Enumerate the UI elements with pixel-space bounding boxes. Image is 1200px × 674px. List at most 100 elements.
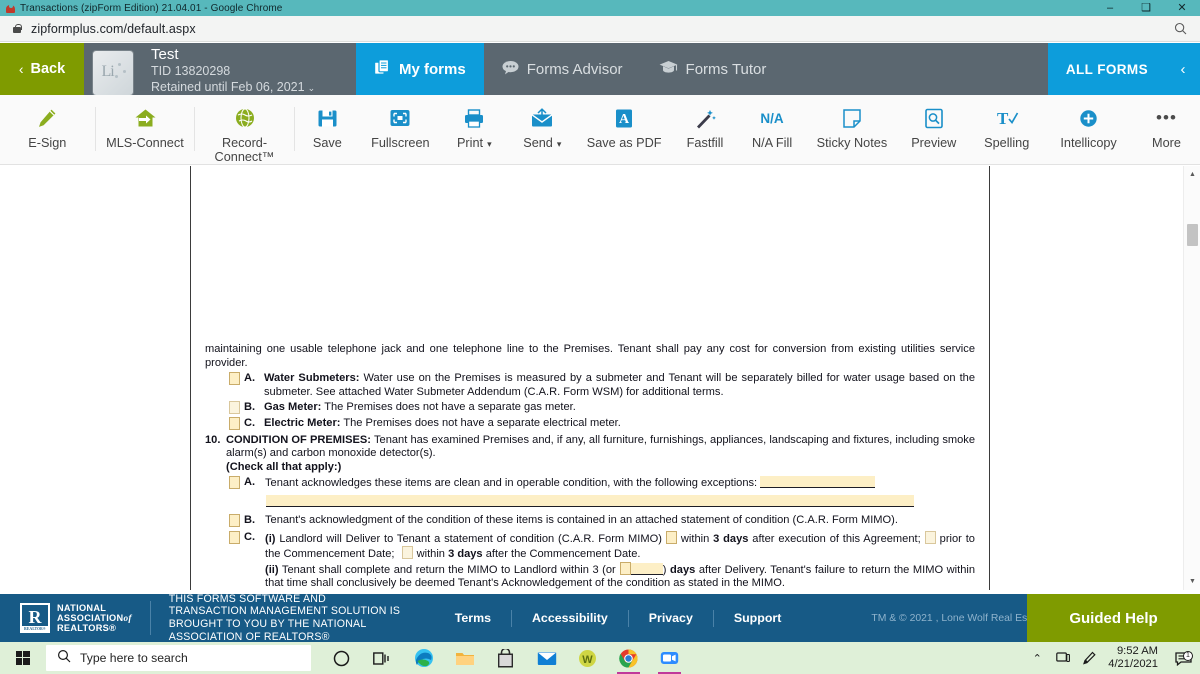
toolbar-sticky-notes-label: Sticky Notes — [816, 136, 888, 150]
transaction-retained[interactable]: Retained until Feb 06, 2021 ⌄ — [151, 79, 356, 96]
document-thumbnail[interactable]: Li — [84, 43, 141, 95]
maximize-icon[interactable]: ❑ — [1128, 0, 1164, 16]
toolbar-spelling-button[interactable]: T Spelling — [969, 95, 1044, 165]
form-document-viewport[interactable]: maintaining one usable telephone jack an… — [0, 166, 1200, 590]
spellcheck-icon: T — [995, 105, 1019, 131]
windows-taskbar: Type here to search W ⌃ 9:52 AM 4/21/202… — [0, 642, 1200, 674]
windows-logo-icon — [15, 650, 31, 666]
mimo-days-field[interactable] — [630, 562, 663, 575]
toolbar-sticky-notes-button[interactable]: Sticky Notes — [806, 95, 899, 165]
checkbox-item-10a[interactable]: A. Tenant acknowledges these items are c… — [205, 476, 975, 491]
checkbox-item-10b[interactable]: B. Tenant's acknowledgment of the condit… — [205, 513, 975, 528]
scroll-up-arrow-icon[interactable]: ▲ — [1184, 166, 1200, 183]
toolbar-na-fill-button[interactable]: N/A N/A Fill — [739, 95, 806, 165]
toolbar-send-button[interactable]: Send ▾ — [508, 95, 577, 165]
toolbar-fastfill-button[interactable]: Fastfill — [671, 95, 738, 165]
mail-icon[interactable] — [526, 642, 567, 674]
tab-forms-tutor[interactable]: Forms Tutor — [641, 43, 785, 95]
item-text: Tenant's acknowledgment of the condition… — [265, 513, 898, 526]
minimize-icon[interactable]: – — [1092, 0, 1128, 16]
google-chrome-icon[interactable] — [608, 642, 649, 674]
form-page-2: maintaining one usable telephone jack an… — [190, 166, 990, 590]
checkbox-10b[interactable] — [229, 513, 240, 527]
toolbar-save-as-pdf-button[interactable]: A Save as PDF — [577, 95, 672, 165]
toolbar-mls-connect-label: MLS-Connect — [106, 136, 184, 150]
item-text: Water Submeters: Water use on the Premis… — [264, 372, 975, 398]
chevron-up-icon[interactable]: ⌃ — [1024, 652, 1050, 665]
svg-text:W: W — [582, 654, 593, 666]
checkbox-electric-meter[interactable] — [229, 416, 240, 430]
footer-link-accessibility[interactable]: Accessibility — [512, 611, 628, 625]
chevron-left-icon: ‹ — [18, 61, 24, 77]
scroll-down-arrow-icon[interactable]: ▼ — [1184, 573, 1200, 590]
footer-link-terms[interactable]: Terms — [435, 611, 511, 625]
chat-bubble-icon — [502, 60, 519, 79]
microsoft-store-icon[interactable] — [485, 642, 526, 674]
envelope-send-icon — [530, 105, 554, 131]
toolbar-more-button[interactable]: ••• More — [1133, 95, 1200, 165]
toolbar-fullscreen-label: Fullscreen — [371, 136, 430, 150]
footer-link-support[interactable]: Support — [714, 611, 802, 625]
chevron-down-icon: ▾ — [556, 139, 562, 149]
search-icon[interactable] — [1174, 22, 1187, 35]
checkbox-10c-option1[interactable] — [665, 530, 677, 544]
taskbar-time: 9:52 AM — [1116, 645, 1158, 657]
toolbar-save-button[interactable]: Save — [295, 95, 360, 165]
checkbox-10c-option2[interactable] — [924, 530, 936, 544]
scrollbar-thumb[interactable] — [1187, 224, 1198, 246]
toolbar-print-button[interactable]: Print ▾ — [441, 95, 508, 165]
stylus-icon[interactable] — [1076, 651, 1102, 665]
toolbar-mls-connect-button[interactable]: MLS-Connect — [96, 95, 195, 165]
checkbox-10c-option3[interactable] — [401, 546, 413, 560]
item-letter: C. — [244, 416, 256, 429]
exceptions-field-line2[interactable] — [266, 494, 914, 507]
checkbox-item-electric-meter[interactable]: C. Electric Meter: The Premises does not… — [205, 416, 975, 431]
system-tray: ⌃ 9:52 AM 4/21/2021 1 — [1024, 642, 1200, 674]
cortana-icon[interactable] — [321, 642, 362, 674]
checkbox-item-water-submeters[interactable]: A. Water Submeters: Water use on the Pre… — [205, 372, 975, 399]
transaction-retained-label: Retained until Feb 06, 2021 — [151, 80, 305, 94]
guided-help-button[interactable]: Guided Help — [1027, 594, 1200, 642]
toolbar-esign-button[interactable]: E-Sign — [0, 95, 95, 165]
checkbox-water-submeters[interactable] — [229, 372, 240, 386]
checkbox-item-gas-meter[interactable]: B. Gas Meter: The Premises does not have… — [205, 401, 975, 415]
printer-icon — [463, 105, 485, 131]
task-view-icon[interactable] — [362, 642, 403, 674]
taskbar-clock[interactable]: 9:52 AM 4/21/2021 — [1102, 645, 1166, 671]
tab-forms-advisor[interactable]: Forms Advisor — [484, 43, 641, 95]
start-button[interactable] — [0, 642, 46, 674]
display-icon[interactable] — [1050, 652, 1076, 664]
toolbar-intellicopy-label: Intellicopy — [1060, 136, 1117, 150]
toolbar-intellicopy-button[interactable]: Intellicopy — [1044, 95, 1133, 165]
browser-addressbar[interactable]: zipformplus.com/default.aspx — [0, 16, 1200, 42]
collapse-panel-button[interactable]: ‹ — [1166, 43, 1200, 95]
checkbox-item-10c[interactable]: C. (i) Landlord will Deliver to Tenant a… — [205, 530, 975, 590]
toolbar-preview-button[interactable]: Preview — [898, 95, 969, 165]
wps-office-icon[interactable]: W — [567, 642, 608, 674]
checkbox-gas-meter[interactable] — [229, 401, 240, 415]
document-scrollbar[interactable]: ▲ ▼ — [1183, 166, 1200, 590]
microsoft-edge-icon[interactable] — [403, 642, 444, 674]
checkbox-10c-days-alt[interactable] — [619, 561, 631, 575]
tab-my-forms[interactable]: My forms — [356, 43, 484, 95]
chevron-down-icon: ⌄ — [307, 83, 316, 93]
toolbar-record-connect-button[interactable]: Record-Connect™ — [195, 95, 294, 165]
back-button[interactable]: ‹ Back — [0, 43, 84, 95]
checkbox-10c[interactable] — [229, 530, 240, 544]
taskbar-search-input[interactable]: Type here to search — [46, 645, 311, 671]
toolbar-fullscreen-button[interactable]: Fullscreen — [360, 95, 441, 165]
footer-link-privacy[interactable]: Privacy — [629, 611, 713, 625]
all-forms-button[interactable]: ALL FORMS — [1047, 43, 1166, 95]
zoom-icon[interactable] — [649, 642, 690, 674]
browser-tab[interactable]: Transactions (zipForm Edition) 21.04.01 … — [0, 0, 290, 16]
notification-center-button[interactable]: 1 — [1166, 650, 1200, 666]
item-text: Gas Meter: The Premises does not have a … — [264, 401, 576, 414]
checkbox-10a[interactable] — [229, 476, 240, 490]
file-explorer-icon[interactable] — [444, 642, 485, 674]
exceptions-field-line1[interactable] — [760, 476, 876, 489]
section-10-text: CONDITION OF PREMISES: Tenant has examin… — [226, 433, 975, 460]
tab-forms-tutor-label: Forms Tutor — [685, 60, 767, 78]
close-icon[interactable]: ✕ — [1164, 0, 1200, 16]
toolbar-fastfill-label: Fastfill — [686, 136, 724, 150]
notification-badge: 1 — [1183, 650, 1193, 661]
